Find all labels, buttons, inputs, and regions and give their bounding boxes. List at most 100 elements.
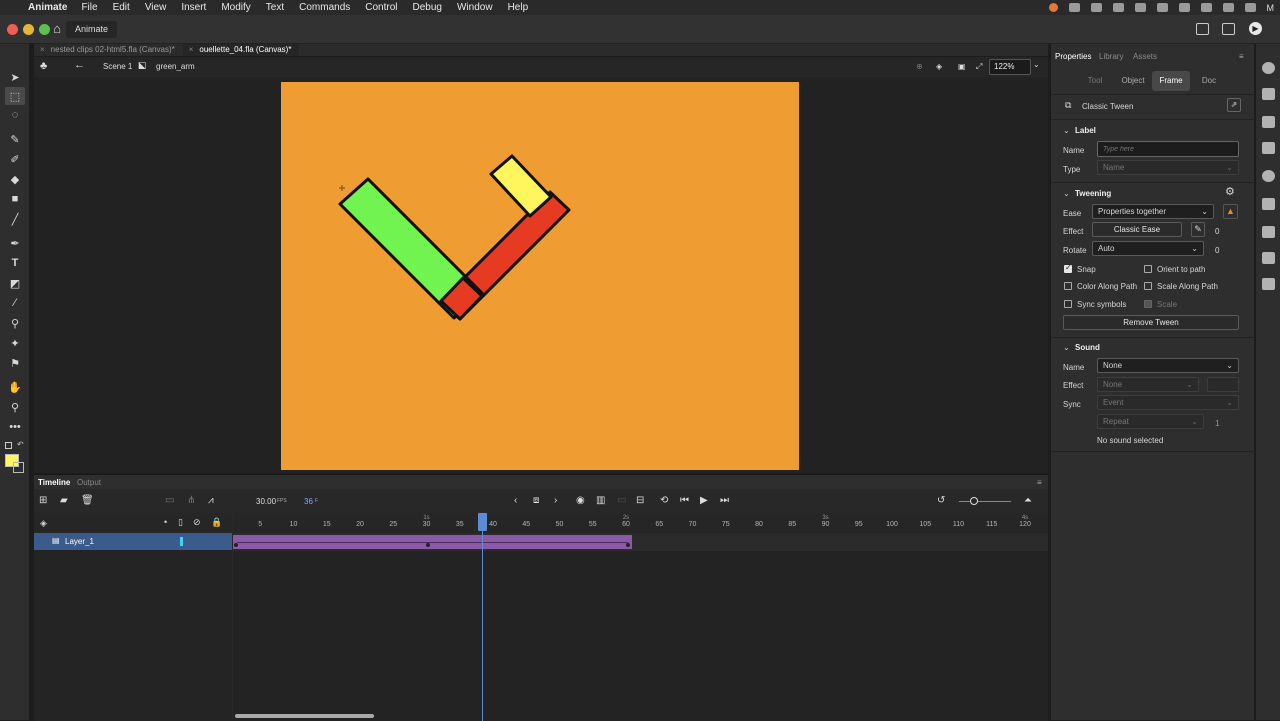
edit-ease-pencil-icon[interactable]: ✎ xyxy=(1191,222,1205,237)
label-type-select[interactable]: Name ⌄ xyxy=(1097,160,1239,175)
tween-link-button[interactable]: ⇗ xyxy=(1227,98,1241,112)
pin-tool-icon[interactable]: ⚑ xyxy=(7,356,23,370)
snap-checkbox[interactable] xyxy=(1064,263,1072,273)
brush-tool-icon[interactable]: ✎ xyxy=(7,132,23,146)
next-keyframe-icon[interactable]: › xyxy=(554,496,557,506)
menu-file[interactable]: File xyxy=(81,2,97,13)
headphones-icon[interactable] xyxy=(1112,3,1124,12)
wifi-icon[interactable] xyxy=(1178,3,1190,12)
keyboard-icon[interactable] xyxy=(1156,3,1168,12)
menu-text[interactable]: Text xyxy=(266,2,284,13)
align-panel-icon[interactable] xyxy=(1262,142,1275,154)
tab-timeline[interactable]: Timeline xyxy=(38,478,70,487)
control-center-icon[interactable] xyxy=(1244,3,1256,12)
loop-toggle-icon[interactable]: ▭ xyxy=(617,496,626,506)
layer-frames[interactable] xyxy=(233,533,1048,551)
more-tools-icon[interactable]: ••• xyxy=(7,420,23,434)
edit-multiple-frames-icon[interactable]: ▥ xyxy=(596,496,605,506)
sync-symbols-checkbox[interactable] xyxy=(1064,300,1072,308)
registration-point-icon[interactable] xyxy=(339,185,345,191)
start-keyframe[interactable] xyxy=(234,543,238,547)
insert-keyframe-icon[interactable]: ⧈ xyxy=(533,496,539,506)
text-tool-icon[interactable]: T xyxy=(7,256,23,270)
sound-sync-select[interactable]: Event ⌄ xyxy=(1097,395,1239,410)
lock-layers-icon[interactable]: 🔒 xyxy=(211,517,222,528)
tweening-section-header[interactable]: Tweening xyxy=(1063,189,1111,198)
rotate-select[interactable]: Auto ⌄ xyxy=(1092,241,1204,256)
layer-outline-swatch[interactable] xyxy=(180,537,183,546)
step-forward-icon[interactable]: ⏭ xyxy=(720,496,729,506)
hide-layers-icon[interactable]: ⊘ xyxy=(193,517,201,528)
loop-icon[interactable]: ⟲ xyxy=(660,496,668,506)
stroke-swatch[interactable] xyxy=(5,442,12,449)
classic-tween-span[interactable] xyxy=(233,535,632,549)
zoom-tool-icon[interactable]: ⚲ xyxy=(7,400,23,414)
paint-bucket-icon[interactable]: ◩ xyxy=(7,276,23,290)
color-panel-icon[interactable] xyxy=(1262,62,1275,74)
subtab-frame[interactable]: Frame xyxy=(1152,71,1190,91)
record-icon[interactable] xyxy=(1048,3,1058,12)
color-along-path-checkbox[interactable] xyxy=(1064,282,1072,290)
paint-brush-icon[interactable]: ✐ xyxy=(7,152,23,166)
app-menu[interactable]: Animate xyxy=(28,2,67,13)
sound-name-select[interactable]: None ⌄ xyxy=(1097,358,1239,373)
new-folder-icon[interactable]: ▰ xyxy=(60,496,68,506)
tab-assets[interactable]: Assets xyxy=(1133,52,1157,61)
battery-icon[interactable] xyxy=(1090,3,1102,12)
sound-effect-select[interactable]: None ⌄ xyxy=(1097,377,1199,392)
back-arrow-icon[interactable]: ← xyxy=(74,59,85,71)
mid-keyframe[interactable] xyxy=(426,543,430,547)
ease-select[interactable]: Properties together ⌄ xyxy=(1092,204,1214,219)
layer-name[interactable]: Layer_1 xyxy=(65,537,94,546)
zoom-dropdown-icon[interactable]: ⌄ xyxy=(1033,60,1040,69)
sound-repeat-select[interactable]: Repeat ⌄ xyxy=(1097,414,1204,429)
orient-to-path-checkbox[interactable] xyxy=(1144,265,1152,273)
subtab-doc[interactable]: Doc xyxy=(1190,71,1228,91)
motion-editor-icon[interactable] xyxy=(1262,252,1275,264)
eraser-tool-icon[interactable]: ◆ xyxy=(7,172,23,186)
layer-row-layer-1[interactable]: ▤ Layer_1 xyxy=(34,533,232,550)
menu-view[interactable]: View xyxy=(145,2,167,13)
free-transform-tool-icon[interactable]: ⬚ xyxy=(5,87,25,105)
swatches-panel-icon[interactable] xyxy=(1262,88,1275,100)
home-icon[interactable]: ⌂ xyxy=(50,22,64,36)
panel-menu-icon[interactable]: ≡ xyxy=(1239,52,1244,61)
workspace-icon[interactable] xyxy=(1222,23,1235,35)
zoom-input[interactable]: 122% xyxy=(989,59,1031,75)
cloud-icon[interactable] xyxy=(1068,3,1080,12)
collapse-timeline-icon[interactable]: ⏶ xyxy=(1024,496,1032,506)
label-name-input[interactable] xyxy=(1097,141,1239,157)
zoom-window-button[interactable] xyxy=(39,24,50,35)
menu-help[interactable]: Help xyxy=(508,2,529,13)
share-icon[interactable] xyxy=(1196,23,1209,35)
test-movie-icon[interactable]: ▶ xyxy=(1249,22,1262,35)
layers-icon[interactable]: ◈ xyxy=(40,518,47,529)
fit-frames-icon[interactable]: ↺ xyxy=(937,496,945,506)
menu-modify[interactable]: Modify xyxy=(221,2,250,13)
tab-output[interactable]: Output xyxy=(77,478,101,487)
playhead[interactable] xyxy=(478,513,487,531)
asset-warp-icon[interactable]: ✦ xyxy=(7,336,23,350)
close-tab-icon[interactable]: × xyxy=(189,44,194,56)
subtab-object[interactable]: Object xyxy=(1114,71,1152,91)
menu-insert[interactable]: Insert xyxy=(181,2,206,13)
clock-icon[interactable] xyxy=(1222,3,1234,12)
frame-size-slider[interactable] xyxy=(959,501,1011,502)
rectangle-tool-icon[interactable]: ■ xyxy=(7,192,23,206)
delete-layer-icon[interactable]: 🗑 xyxy=(81,496,94,506)
bone-tool-icon[interactable]: ⚲ xyxy=(7,316,23,330)
clip-content-icon[interactable]: ▣ xyxy=(958,62,966,71)
yellow-hand-shape[interactable] xyxy=(489,154,553,218)
classic-ease-button[interactable]: Classic Ease xyxy=(1092,222,1182,237)
tween-settings-gear-icon[interactable]: ⚙ xyxy=(1225,185,1235,198)
sound-section-header[interactable]: Sound xyxy=(1063,343,1100,352)
stage-canvas[interactable] xyxy=(281,82,799,470)
label-section-header[interactable]: Label xyxy=(1063,126,1096,135)
fps-value[interactable]: 30.00 xyxy=(256,497,276,507)
edit-symbols-icon[interactable]: ◈ xyxy=(936,62,942,71)
rotate-count[interactable]: 0 xyxy=(1215,246,1219,255)
edit-envelope-icon[interactable] xyxy=(1207,377,1239,392)
menu-window[interactable]: Window xyxy=(457,2,493,13)
scene-breadcrumb[interactable]: Scene 1 xyxy=(103,62,132,71)
menu-commands[interactable]: Commands xyxy=(299,2,350,13)
